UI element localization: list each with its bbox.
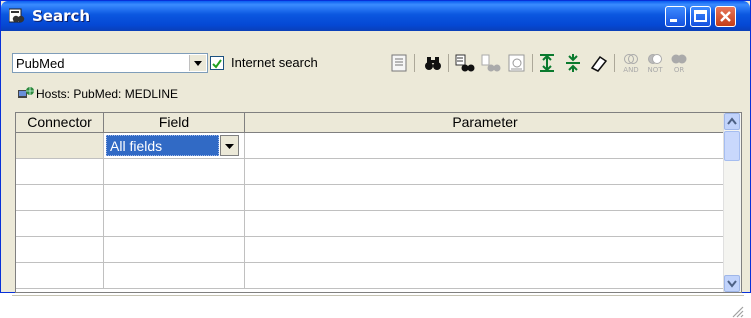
- scroll-down-button[interactable]: [724, 275, 740, 292]
- table-row: All fields: [16, 133, 726, 159]
- insert-row-button[interactable]: [536, 52, 558, 74]
- search-button[interactable]: [422, 52, 444, 74]
- search-app-icon: [9, 8, 25, 23]
- chevron-up-icon: [727, 117, 737, 125]
- insert-row-icon: [540, 54, 554, 72]
- minimize-icon: [670, 19, 677, 22]
- table-row: [16, 263, 726, 289]
- delete-row-button[interactable]: [562, 52, 584, 74]
- database-select-value: PubMed: [16, 56, 65, 71]
- or-connector-button[interactable]: OR: [668, 52, 690, 74]
- connector-cell[interactable]: [16, 133, 104, 158]
- chevron-down-icon: [727, 280, 737, 288]
- field-cell[interactable]: [104, 159, 245, 184]
- internet-search-label: Internet search: [231, 55, 318, 70]
- window-body: PubMed Internet search AND NOT OR Hosts:…: [4, 31, 747, 318]
- search-window: Search PubMed Internet search AND NOT OR…: [0, 0, 751, 318]
- search-criteria-grid: Connector Field Parameter All fields: [15, 112, 742, 293]
- database-dropdown-button[interactable]: [189, 55, 206, 71]
- find-disabled-icon: [481, 54, 501, 72]
- binoculars-icon: [425, 57, 441, 70]
- network-hosts-icon: [18, 87, 34, 98]
- find-in-results-button[interactable]: [454, 52, 476, 74]
- parameter-cell[interactable]: [245, 185, 726, 210]
- table-row: [16, 211, 726, 237]
- column-header-parameter[interactable]: Parameter: [245, 113, 726, 133]
- window-title: Search: [32, 7, 91, 25]
- parameter-cell[interactable]: [245, 159, 726, 184]
- internet-search-checkbox[interactable]: [210, 56, 224, 70]
- field-select[interactable]: All fields: [106, 135, 242, 156]
- and-connector-icon: AND: [623, 54, 639, 74]
- field-cell[interactable]: [104, 237, 245, 262]
- connector-cell[interactable]: [16, 159, 104, 184]
- table-row: [16, 159, 726, 185]
- toolbar-separator: [614, 54, 615, 72]
- or-connector-icon: OR: [671, 54, 687, 74]
- and-connector-button[interactable]: AND: [620, 52, 642, 74]
- query-text-icon: [391, 54, 407, 72]
- column-header-field[interactable]: Field: [104, 113, 245, 133]
- scroll-thumb[interactable]: [724, 131, 740, 161]
- status-bar: [12, 295, 744, 318]
- table-row: [16, 185, 726, 211]
- title-bar[interactable]: Search: [1, 1, 750, 31]
- field-cell[interactable]: [104, 211, 245, 236]
- field-cell[interactable]: [104, 263, 245, 288]
- parameter-cell[interactable]: [245, 237, 726, 262]
- not-label: NOT: [647, 66, 663, 74]
- close-icon: [720, 11, 731, 22]
- table-row: [16, 237, 726, 263]
- vertical-scrollbar[interactable]: [723, 113, 741, 292]
- connector-cell[interactable]: [16, 185, 104, 210]
- chevron-down-icon: [225, 144, 234, 149]
- field-dropdown-button[interactable]: [220, 135, 239, 156]
- not-connector-icon: NOT: [647, 54, 663, 74]
- search-disabled-icon: [508, 54, 525, 72]
- toolbar-separator: [532, 54, 533, 72]
- checkmark-icon: [212, 59, 222, 69]
- connector-cell[interactable]: [16, 237, 104, 262]
- and-label: AND: [623, 66, 638, 74]
- parameter-cell[interactable]: [245, 133, 726, 158]
- column-header-connector[interactable]: Connector: [16, 113, 104, 133]
- parameter-cell[interactable]: [245, 263, 726, 288]
- find-in-results-icon: [455, 54, 475, 72]
- hosts-label: Hosts: PubMed: MEDLINE: [36, 87, 179, 101]
- search-disabled-button[interactable]: [506, 52, 528, 74]
- connector-cell[interactable]: [16, 211, 104, 236]
- field-cell: All fields: [104, 133, 245, 158]
- scroll-up-button[interactable]: [724, 113, 740, 130]
- not-connector-button[interactable]: NOT: [644, 52, 666, 74]
- minimize-button[interactable]: [665, 6, 686, 27]
- eraser-icon: [590, 55, 608, 72]
- find-disabled-button[interactable]: [480, 52, 502, 74]
- toolbar-separator: [448, 54, 449, 72]
- connector-cell[interactable]: [16, 263, 104, 288]
- query-text-button[interactable]: [388, 52, 410, 74]
- parameter-cell[interactable]: [245, 211, 726, 236]
- clear-button[interactable]: [588, 52, 610, 74]
- delete-row-icon: [566, 54, 580, 72]
- maximize-button[interactable]: [690, 6, 711, 27]
- resize-grip-icon[interactable]: [730, 304, 744, 318]
- database-select[interactable]: PubMed: [12, 53, 208, 73]
- or-label: OR: [674, 66, 685, 74]
- chevron-down-icon: [194, 61, 202, 66]
- toolbar-separator: [414, 54, 415, 72]
- close-button[interactable]: [715, 6, 736, 27]
- field-select-value: All fields: [106, 135, 219, 156]
- maximize-icon: [694, 10, 707, 22]
- field-cell[interactable]: [104, 185, 245, 210]
